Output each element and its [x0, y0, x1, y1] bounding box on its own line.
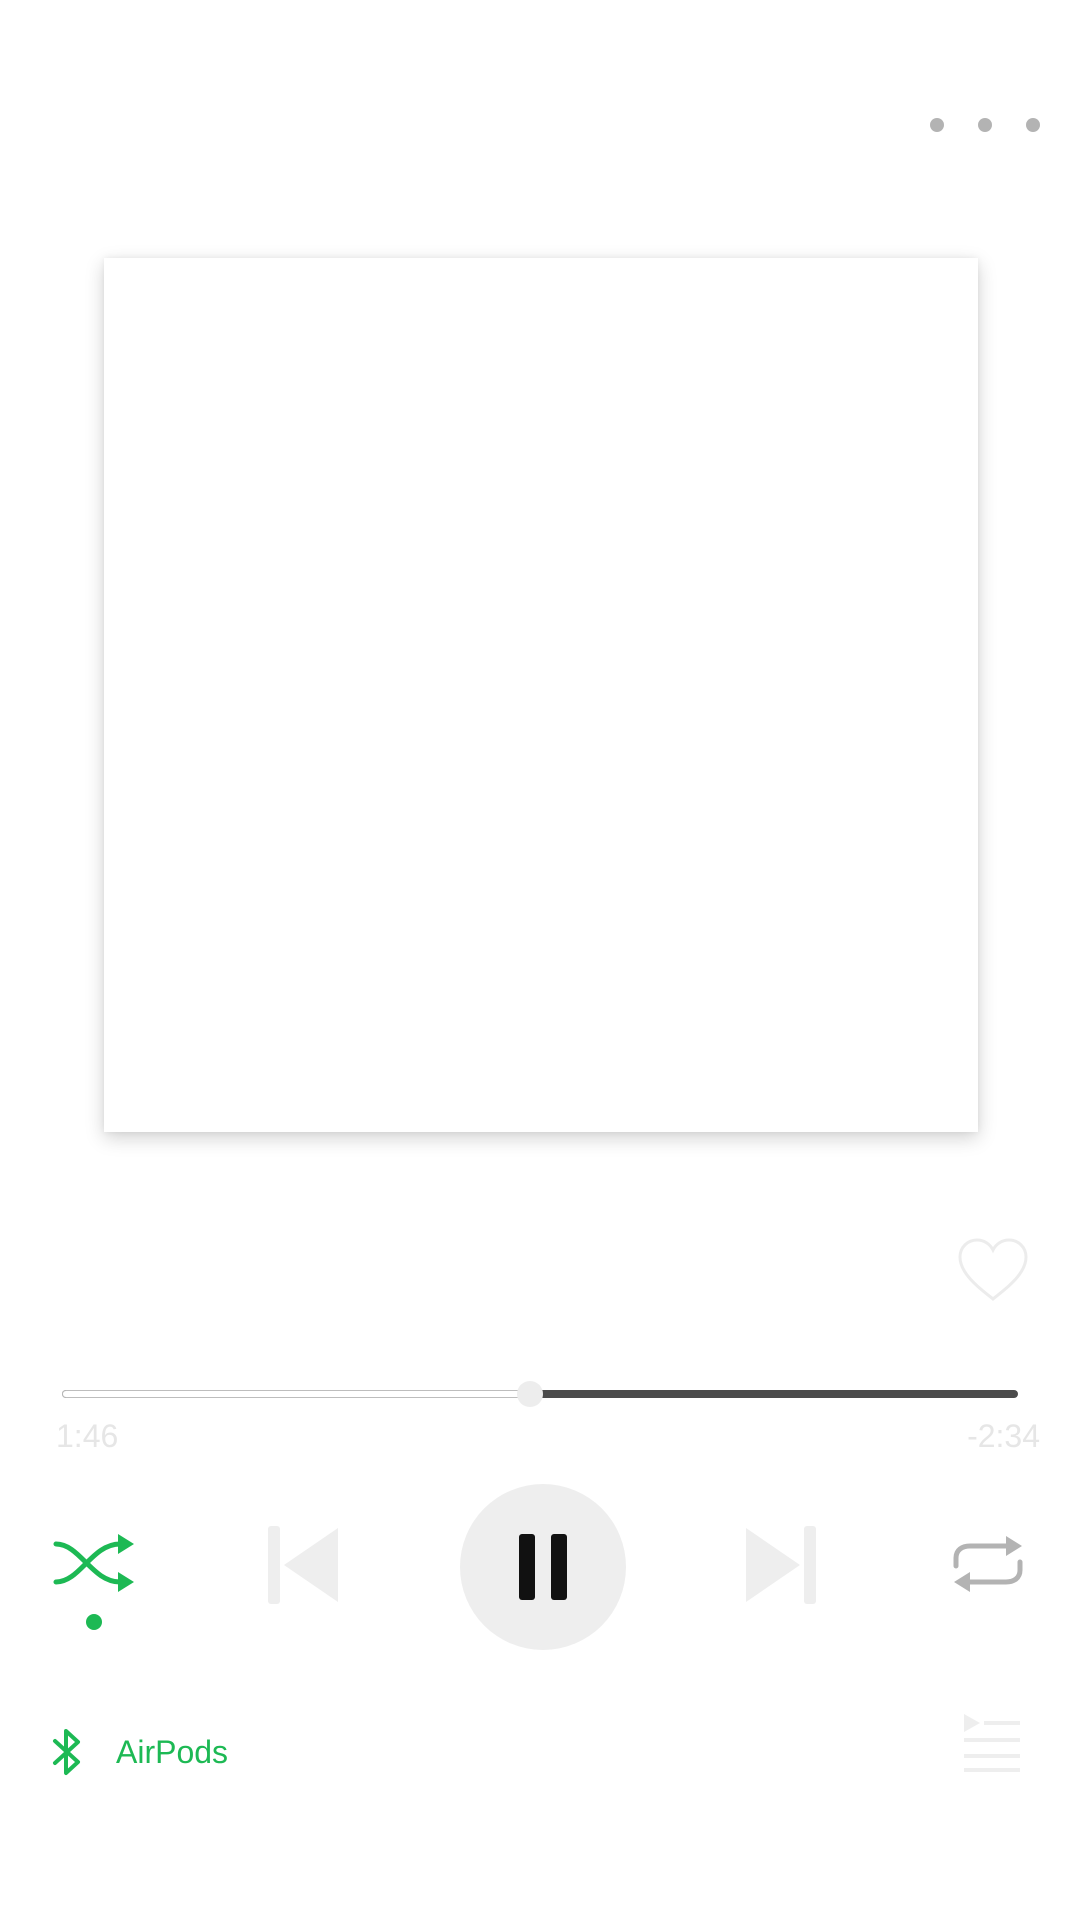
skip-previous-icon: [268, 1526, 338, 1604]
play-pause-button[interactable]: [460, 1484, 626, 1650]
shuffle-active-indicator: [86, 1614, 102, 1630]
elapsed-time: 1:46: [56, 1418, 119, 1454]
device-picker[interactable]: AirPods: [52, 1722, 228, 1782]
like-button[interactable]: [956, 1236, 1030, 1304]
more-button[interactable]: [920, 100, 1050, 150]
progress-elapsed-fill: [62, 1390, 531, 1398]
progress-bar[interactable]: [62, 1381, 1018, 1407]
previous-button[interactable]: [262, 1522, 342, 1608]
remaining-time: -2:34: [967, 1418, 1040, 1454]
next-button[interactable]: [742, 1522, 822, 1608]
pause-icon: [519, 1534, 567, 1600]
shuffle-button[interactable]: [52, 1530, 136, 1596]
album-artwork: [104, 258, 978, 1132]
more-dot: [978, 118, 992, 132]
skip-next-icon: [746, 1526, 816, 1604]
progress-thumb[interactable]: [517, 1381, 544, 1407]
heart-outline-icon: [958, 1238, 1028, 1301]
bluetooth-icon: [53, 1729, 80, 1775]
shuffle-icon: [53, 1534, 134, 1592]
queue-icon: [964, 1714, 1020, 1772]
more-dot: [1026, 118, 1040, 132]
more-dot: [930, 118, 944, 132]
repeat-icon: [953, 1536, 1023, 1592]
queue-button[interactable]: [960, 1712, 1022, 1774]
repeat-button[interactable]: [950, 1532, 1026, 1596]
device-name: AirPods: [116, 1733, 229, 1770]
